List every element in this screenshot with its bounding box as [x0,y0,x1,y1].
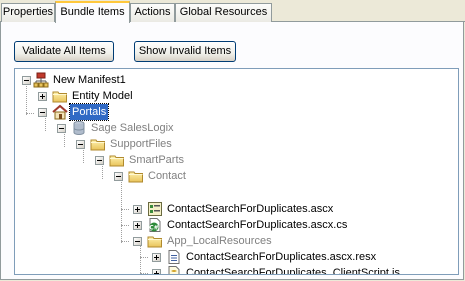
tree-node-label: ContactSearchForDuplicates.ascx.resx [186,251,377,263]
tab-actions[interactable]: Actions [130,3,175,22]
collapse-icon[interactable] [133,237,142,246]
tree-connector [121,209,129,210]
manifest-icon [33,72,49,88]
database-icon [73,121,85,135]
tree-connector [121,177,122,243]
folder-icon [90,136,106,152]
validate-all-items-button[interactable]: Validate All Items [14,41,114,62]
tree-node-label: App_LocalResources [167,235,272,247]
folder-icon [128,168,144,184]
tree-node-label: Entity Model [72,90,133,102]
tree-node-label: Portals [68,103,110,121]
resx-file-icon [168,250,180,264]
tab-properties[interactable]: Properties [1,3,55,22]
expand-icon[interactable] [133,221,142,230]
tree-node-label: ContactSearchForDuplicates.ascx [167,203,334,215]
collapse-icon[interactable] [76,140,85,149]
tree-node-label: ContactSearchForDuplicates_ClientScript.… [186,267,400,275]
tree-connector [26,113,34,114]
folder-icon [147,233,163,249]
home-icon [52,104,68,120]
tab-global-resources[interactable]: Global Resources [175,3,272,22]
tree-connector [121,241,129,242]
tab-strip: Properties Bundle Items Actions Global R… [0,0,465,23]
tree-connector [26,81,27,115]
tree-connector [140,241,141,274]
collapse-icon[interactable] [57,124,66,133]
tree-connector [140,257,148,258]
show-invalid-items-button[interactable]: Show Invalid Items [134,41,236,62]
tree-node-label: Sage SalesLogix [91,122,174,134]
folder-icon [109,152,125,168]
tab-bundle-items[interactable]: Bundle Items [55,1,130,23]
bundle-items-tree[interactable]: New Manifest1 Entity Model Portals Sage … [14,68,459,275]
collapse-icon[interactable] [38,108,47,117]
expand-icon[interactable] [38,92,47,101]
folder-icon [52,88,68,104]
expand-icon[interactable] [152,253,161,262]
collapse-icon[interactable] [114,172,123,181]
expand-icon[interactable] [133,205,142,214]
bundle-items-panel: Validate All Items Show Invalid Items Ne [0,22,464,280]
tree-node-label: ContactSearchForDuplicates.ascx.cs [167,219,348,231]
tree-node-label: SmartParts [129,154,185,166]
csharp-file-icon: C# [149,218,161,232]
tree-node-label: Contact [148,170,186,182]
expand-icon[interactable] [152,269,161,274]
collapse-icon[interactable] [95,156,104,165]
tree-connector [140,273,148,274]
ascx-file-icon [148,202,162,216]
tree-connector [121,225,129,226]
tree-node-label: SupportFiles [110,138,172,150]
collapse-icon[interactable] [22,76,31,85]
script-file-icon [168,266,180,274]
svg-text:C#: C# [149,225,158,232]
tree-node-label: New Manifest1 [53,74,126,86]
